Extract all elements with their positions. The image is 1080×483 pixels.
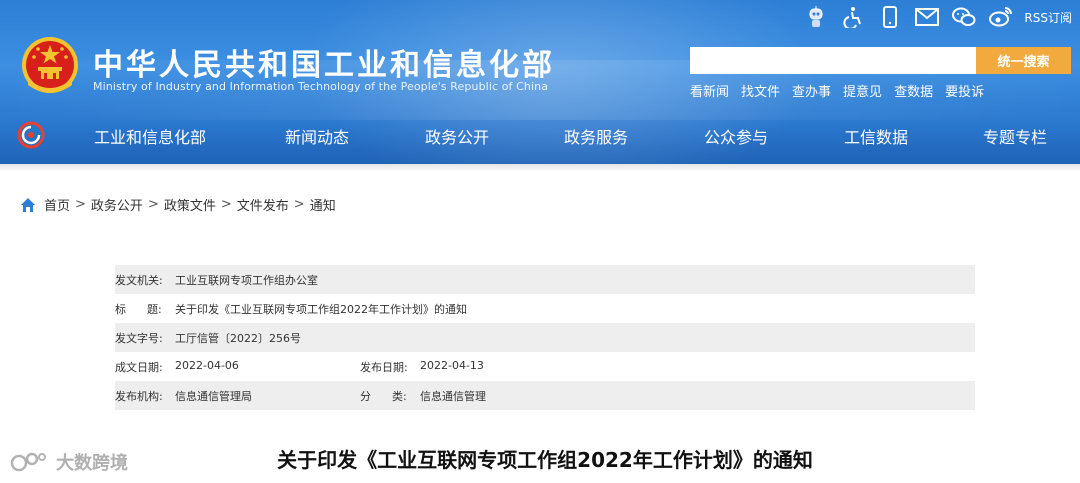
info-row-dates: 成文日期: 2022-04-06 发布日期: 2022-04-13 — [115, 352, 975, 381]
title-value: 关于印发《工业互联网专项工作组2022年工作计划》的通知 — [175, 302, 467, 316]
info-row-issuer: 发文机关: 工业互联网专项工作组办公室 — [115, 265, 975, 294]
wechat-icon[interactable] — [952, 5, 976, 29]
home-icon — [21, 197, 35, 212]
nav-item-open-government[interactable]: 政务公开 — [425, 124, 489, 148]
issuer-label: 发文机关: — [115, 273, 163, 287]
written-date-label: 成文日期: — [115, 360, 163, 374]
ministry-logo-icon[interactable] — [17, 121, 45, 149]
search-input[interactable] — [690, 47, 977, 74]
quick-link-complaint[interactable]: 要投诉 — [945, 81, 984, 100]
breadcrumb-file-release[interactable]: 文件发布 — [237, 195, 289, 214]
nav-item-news[interactable]: 新闻动态 — [285, 124, 349, 148]
site-title: 中华人民共和国工业和信息化部 — [93, 48, 555, 83]
quick-links: 看新闻 找文件 查办事 提意见 查数据 要投诉 — [690, 81, 984, 100]
category-label: 分 类: — [360, 389, 407, 403]
breadcrumb-home[interactable]: 首页 — [44, 195, 70, 214]
title-label: 标 题: — [115, 302, 162, 316]
info-row-agency: 发布机构: 信息通信管理局 分 类: 信息通信管理 — [115, 381, 975, 410]
search-button[interactable]: 统一搜索 — [976, 47, 1071, 74]
agency-label: 发布机构: — [115, 389, 163, 403]
nav-item-ministry[interactable]: 工业和信息化部 — [94, 124, 206, 148]
mobile-icon[interactable] — [878, 5, 902, 29]
nav-item-topics[interactable]: 专题专栏 — [983, 124, 1047, 148]
issuer-value: 工业互联网专项工作组办公室 — [175, 273, 318, 287]
robot-icon[interactable] — [804, 5, 828, 29]
mail-icon[interactable] — [915, 5, 940, 29]
rss-subscribe-link[interactable]: RSS订阅 — [1024, 9, 1072, 26]
breadcrumb-notice[interactable]: 通知 — [310, 195, 336, 214]
breadcrumb: 首页 > 政务公开 > 政策文件 > 文件发布 > 通知 — [20, 195, 336, 214]
publish-date-label: 发布日期: — [360, 360, 408, 374]
info-row-title: 标 题: 关于印发《工业互联网专项工作组2022年工作计划》的通知 — [115, 294, 975, 323]
doc-number-label: 发文字号: — [115, 331, 163, 345]
quick-link-services[interactable]: 查办事 — [792, 81, 831, 100]
nav-item-participation[interactable]: 公众参与 — [704, 124, 768, 148]
doc-number-value: 工厅信管〔2022〕256号 — [175, 331, 301, 345]
weibo-icon[interactable] — [989, 5, 1013, 29]
written-date-value: 2022-04-06 — [175, 358, 239, 372]
info-row-doc-number: 发文字号: 工厅信管〔2022〕256号 — [115, 323, 975, 352]
nav-item-data[interactable]: 工信数据 — [844, 124, 908, 148]
national-emblem-icon — [22, 37, 78, 93]
site-header: 中华人民共和国工业和信息化部 Ministry of Industry and … — [0, 0, 1080, 164]
nav-item-services[interactable]: 政务服务 — [564, 124, 628, 148]
quick-link-data[interactable]: 查数据 — [894, 81, 933, 100]
breadcrumb-policy-files[interactable]: 政策文件 — [164, 195, 216, 214]
article-title: 关于印发《工业互联网专项工作组2022年工作计划》的通知 — [277, 448, 813, 472]
site-subtitle: Ministry of Industry and Information Tec… — [93, 80, 549, 93]
quick-link-news[interactable]: 看新闻 — [690, 81, 729, 100]
agency-value: 信息通信管理局 — [175, 389, 252, 403]
quick-link-files[interactable]: 找文件 — [741, 81, 780, 100]
quick-link-feedback[interactable]: 提意见 — [843, 81, 882, 100]
publish-date-value: 2022-04-13 — [420, 358, 484, 372]
breadcrumb-open-government[interactable]: 政务公开 — [91, 195, 143, 214]
main-nav: 工业和信息化部 新闻动态 政务公开 政务服务 公众参与 工信数据 专题专栏 — [0, 115, 1080, 155]
category-value: 信息通信管理 — [420, 389, 486, 403]
document-info-table: 发文机关: 工业互联网专项工作组办公室 标 题: 关于印发《工业互联网专项工作组… — [115, 265, 975, 410]
top-icon-bar: RSS订阅 — [804, 5, 1072, 29]
accessibility-icon[interactable] — [841, 5, 865, 29]
